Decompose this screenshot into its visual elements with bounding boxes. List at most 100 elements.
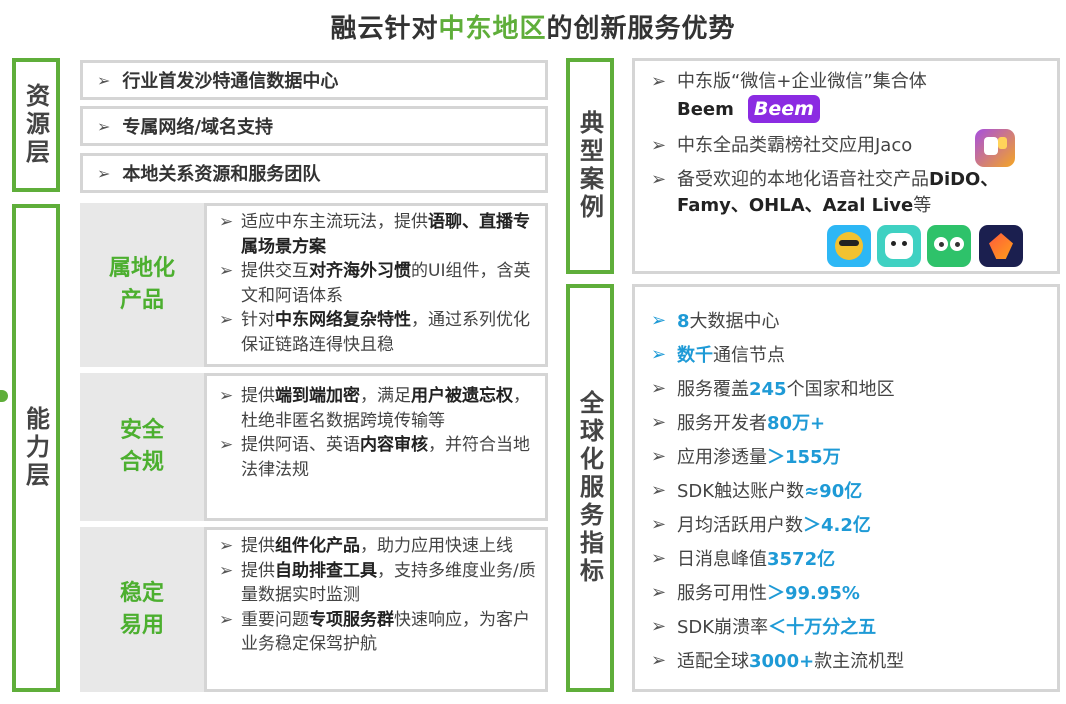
bullet-bold: 用户被遗忘权 — [411, 386, 513, 406]
bullet-bold: 专项服务群 — [309, 609, 394, 630]
stat-text: 数千通信节点 — [677, 341, 785, 367]
stat-row: ➢ 服务可用性＞99.95% — [651, 575, 1047, 609]
resource-layer-box: 资源层 — [12, 58, 60, 192]
arrow-icon: ➢ — [651, 513, 667, 535]
stat-row: ➢ 8大数据中心 — [651, 303, 1047, 337]
arrow-icon: ➢ — [651, 377, 667, 399]
case-text: 备受欢迎的本地化语音社交产品 — [677, 169, 929, 190]
section-body: ➢ 提供端到端加密，满足用户被遗忘权，杜绝非匿名数据跨境传输等 ➢ 提供阿语、英语内… — [204, 373, 548, 521]
stat-row: ➢ 数千通信节点 — [651, 337, 1047, 371]
stat-text: 应用渗透量＞155万 — [677, 443, 841, 469]
cases-box: 典型案例 — [566, 58, 614, 274]
title-highlight: 中东地区 — [438, 14, 547, 44]
resource-item: ➢ 行业首发沙特通信数据中心 — [80, 60, 548, 100]
arrow-icon: ➢ — [651, 445, 667, 467]
section-title-line: 安全 — [119, 418, 164, 443]
stat-number: ＞4.2亿 — [803, 515, 871, 536]
arrow-icon: ➢ — [651, 547, 667, 569]
stat-row: ➢ SDK触达账户数≈90亿 — [651, 473, 1047, 507]
stat-number: ＜十万分之五 — [768, 617, 877, 638]
stat-number: 数千 — [677, 345, 713, 366]
capability-layer-label: 能力层 — [21, 406, 50, 490]
stat-number: 80万+ — [767, 413, 826, 434]
bullet-text: 提供阿语、英语 — [241, 435, 360, 455]
bullet-bold: 组件化产品 — [275, 536, 360, 556]
capability-layer-box: 能力层 — [12, 204, 60, 692]
stat-row: ➢ 适配全球3000+款主流机型 — [651, 643, 1047, 677]
stat-number: ＞155万 — [767, 447, 841, 468]
stat-text: 服务开发者80万+ — [677, 409, 825, 435]
stat-number: 3000+ — [749, 651, 815, 672]
bullet-text: 提供 — [241, 386, 275, 406]
case-text: 等 — [913, 195, 932, 216]
stat-prefix: 服务覆盖 — [677, 379, 749, 400]
bullet-text: 重要问题 — [241, 609, 309, 630]
stat-row: ➢ 日消息峰值3572亿 — [651, 541, 1047, 575]
stat-text: 日消息峰值3572亿 — [677, 545, 835, 571]
global-metrics-label: 全球化服务指标 — [575, 390, 604, 586]
stat-text: 适配全球3000+款主流机型 — [677, 647, 904, 673]
resource-layer-label: 资源层 — [21, 83, 50, 167]
capability-section-localized: 属地化 产品 ➢ 适应中东主流玩法，提供语聊、直播专属场景方案 ➢ 提供交互对齐海外习… — [80, 203, 548, 367]
cases-label: 典型案例 — [575, 110, 604, 222]
arrow-icon: ➢ — [219, 435, 234, 455]
bullet-text: 适应中东主流玩法，提供 — [241, 212, 428, 232]
title-prefix: 融云针对 — [330, 14, 439, 44]
resource-item: ➢ 专属网络/域名支持 — [80, 106, 548, 146]
resource-item: ➢ 本地关系资源和服务团队 — [80, 153, 548, 193]
arrow-icon: ➢ — [651, 71, 667, 92]
arrow-icon: ➢ — [651, 581, 667, 603]
bullet-bold: 内容审核 — [360, 435, 428, 455]
arrow-icon: ➢ — [219, 609, 234, 630]
arrow-icon: ➢ — [651, 169, 667, 190]
bullet-text: ，助力应用快速上线 — [360, 536, 513, 556]
bullet: ➢ 提供阿语、英语内容审核，并符合当地法律法规 — [219, 433, 537, 482]
arrow-icon: ➢ — [97, 116, 111, 136]
bullet: ➢ 针对中东网络复杂特性，通过系列优化保证链路连得快且稳 — [219, 308, 537, 357]
bullet-text: 提供交互 — [241, 261, 309, 281]
arrow-icon: ➢ — [651, 343, 667, 365]
title-suffix: 的创新服务优势 — [546, 14, 736, 44]
section-title: 属地化 产品 — [80, 203, 204, 367]
stat-row: ➢ 服务覆盖245个国家和地区 — [651, 371, 1047, 405]
stat-row: ➢ SDK崩溃率＜十万分之五 — [651, 609, 1047, 643]
stat-text: SDK崩溃率＜十万分之五 — [677, 613, 876, 639]
stat-prefix: 服务开发者 — [677, 413, 767, 434]
stat-text: 服务可用性＞99.95% — [677, 579, 860, 605]
famy-app-icon — [877, 225, 921, 267]
arrow-icon: ➢ — [651, 615, 667, 637]
stat-prefix: 日消息峰值 — [677, 549, 767, 570]
ohla-app-icon — [927, 225, 971, 267]
arrow-icon: ➢ — [651, 649, 667, 671]
stat-number: 8 — [677, 311, 690, 332]
stat-prefix: 月均活跃用户数 — [677, 515, 803, 536]
stat-number: 245 — [749, 379, 787, 400]
stat-text: 月均活跃用户数＞4.2亿 — [677, 511, 871, 537]
arrow-icon: ➢ — [651, 479, 667, 501]
azal-live-app-icon — [979, 225, 1023, 267]
stat-suffix: 个国家和地区 — [786, 379, 895, 400]
arrow-icon: ➢ — [219, 261, 234, 281]
stats-list: ➢ 8大数据中心 ➢ 数千通信节点 ➢ 服务覆盖245个国家和地区 ➢ 服务开发者80万+ ➢ 应… — [651, 303, 1047, 677]
arrow-icon: ➢ — [97, 70, 111, 90]
case-dido: ➢ 备受欢迎的本地化语音社交产品DiDO、Famy、OHLA、Azal Live… — [651, 167, 1047, 219]
stat-suffix: 通信节点 — [713, 345, 785, 366]
arrow-icon: ➢ — [651, 135, 667, 156]
arrow-icon: ➢ — [219, 386, 234, 406]
global-metrics-panel: ➢ 8大数据中心 ➢ 数千通信节点 ➢ 服务覆盖245个国家和地区 ➢ 服务开发者80万+ ➢ 应… — [632, 284, 1060, 692]
capability-section-security: 安全 合规 ➢ 提供端到端加密，满足用户被遗忘权，杜绝非匿名数据跨境传输等 ➢ 提供阿… — [80, 373, 548, 521]
stat-text: 服务覆盖245个国家和地区 — [677, 375, 895, 401]
section-title-line: 易用 — [119, 612, 164, 638]
section-title: 安全 合规 — [80, 373, 204, 521]
case-bold: Beem — [677, 99, 734, 120]
bullet: ➢ 适应中东主流玩法，提供语聊、直播专属场景方案 — [219, 210, 537, 259]
section-body: ➢ 提供组件化产品，助力应用快速上线 ➢ 提供自助排查工具，支持多维度业务/质量数据… — [204, 527, 548, 692]
arrow-icon: ➢ — [219, 212, 234, 232]
arrow-icon: ➢ — [651, 411, 667, 433]
section-title-line: 产品 — [119, 288, 164, 313]
stat-text: 8大数据中心 — [677, 307, 780, 333]
stat-number: 3572亿 — [767, 549, 836, 570]
bullet-text: 提供 — [241, 560, 275, 581]
bullet: ➢ 提供端到端加密，满足用户被遗忘权，杜绝非匿名数据跨境传输等 — [219, 384, 537, 433]
bullet: ➢ 提供交互对齐海外习惯的UI组件，含英文和阿语体系 — [219, 259, 537, 308]
